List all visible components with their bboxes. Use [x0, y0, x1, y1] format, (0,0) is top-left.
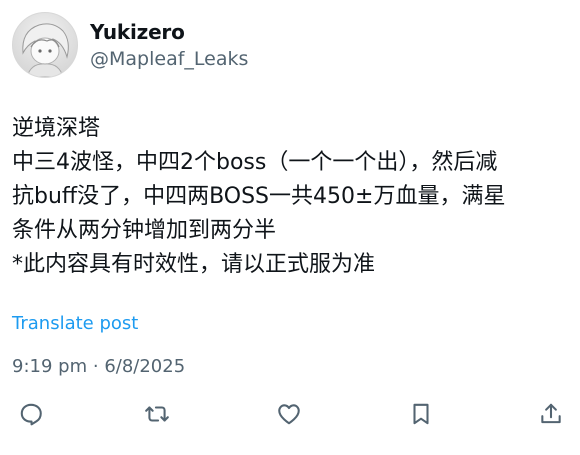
reply-icon: [20, 403, 42, 426]
author-names: Yukizero @Mapleaf_Leaks: [90, 19, 248, 72]
translate-post-link[interactable]: Translate post: [12, 313, 138, 334]
post-line: 抗buff没了，中四两BOSS一共450±万血量，满星: [12, 184, 506, 209]
author-handle[interactable]: @Mapleaf_Leaks: [90, 46, 248, 72]
post-time[interactable]: 9:19 pm: [12, 356, 87, 377]
like-button[interactable]: [274, 396, 304, 432]
bookmark-icon: [413, 403, 429, 425]
reply-button[interactable]: [16, 396, 46, 432]
repost-button[interactable]: [142, 396, 172, 432]
post-header: Yukizero @Mapleaf_Leaks: [12, 12, 248, 78]
post-line: 逆境深塔: [12, 116, 101, 141]
post-line: 中三4波怪，中四2个boss（一个一个出），然后减: [12, 150, 498, 175]
post-text: 逆境深塔 中三4波怪，中四2个boss（一个一个出），然后减 抗buff没了，中…: [12, 112, 568, 282]
post-date[interactable]: 6/8/2025: [104, 356, 185, 377]
post-line: *此内容具有时效性，请以正式服为准: [12, 252, 376, 277]
like-icon: [278, 404, 300, 425]
action-bar: [12, 396, 568, 432]
post-line: 条件从两分钟增加到两分半: [12, 218, 277, 243]
repost-icon: [145, 406, 169, 422]
post-timestamp: 9:19 pm · 6/8/2025: [12, 356, 185, 377]
display-name[interactable]: Yukizero: [90, 19, 248, 45]
bookmark-button[interactable]: [406, 396, 436, 432]
avatar[interactable]: [12, 12, 78, 78]
share-button[interactable]: [536, 396, 566, 432]
meta-separator: ·: [92, 356, 99, 377]
share-icon: [541, 403, 561, 424]
